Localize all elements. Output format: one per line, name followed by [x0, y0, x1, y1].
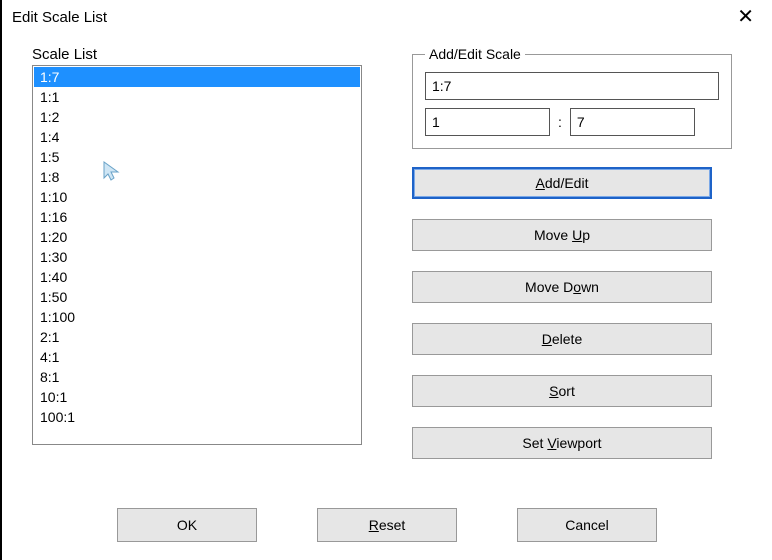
- delete-button[interactable]: Delete: [412, 323, 712, 355]
- list-item[interactable]: 8:1: [34, 367, 360, 387]
- list-item[interactable]: 1:30: [34, 247, 360, 267]
- ok-button[interactable]: OK: [117, 508, 257, 542]
- scale-name-field[interactable]: [425, 72, 719, 100]
- list-item[interactable]: 10:1: [34, 387, 360, 407]
- list-item[interactable]: 1:100: [34, 307, 360, 327]
- list-item[interactable]: 1:50: [34, 287, 360, 307]
- scale-listbox[interactable]: 1:71:11:21:41:51:81:101:161:201:301:401:…: [32, 65, 362, 445]
- window-title: Edit Scale List: [12, 9, 107, 26]
- add-edit-button[interactable]: Add/Edit: [412, 167, 712, 199]
- list-item[interactable]: 1:4: [34, 127, 360, 147]
- add-edit-group: Add/Edit Scale :: [412, 46, 732, 149]
- titlebar: Edit Scale List ✕: [2, 0, 772, 34]
- reset-button[interactable]: Reset: [317, 508, 457, 542]
- ratio-separator: :: [556, 114, 564, 130]
- scale-right-field[interactable]: [570, 108, 695, 136]
- list-item[interactable]: 1:16: [34, 207, 360, 227]
- dialog-edit-scale-list: Edit Scale List ✕ Scale List 1:71:11:21:…: [0, 0, 772, 560]
- list-item[interactable]: 1:8: [34, 167, 360, 187]
- scale-left-field[interactable]: [425, 108, 550, 136]
- list-item[interactable]: 1:2: [34, 107, 360, 127]
- sort-button[interactable]: Sort: [412, 375, 712, 407]
- list-item[interactable]: 1:10: [34, 187, 360, 207]
- add-edit-legend: Add/Edit Scale: [425, 46, 525, 62]
- set-viewport-button[interactable]: Set Viewport: [412, 427, 712, 459]
- close-icon[interactable]: ✕: [729, 3, 762, 31]
- dialog-bottom-buttons: OK Reset Cancel: [2, 508, 772, 542]
- list-item[interactable]: 2:1: [34, 327, 360, 347]
- list-item[interactable]: 1:20: [34, 227, 360, 247]
- scale-list-label: Scale List: [32, 46, 372, 63]
- move-up-button[interactable]: Move Up: [412, 219, 712, 251]
- list-item[interactable]: 1:1: [34, 87, 360, 107]
- list-item[interactable]: 1:40: [34, 267, 360, 287]
- list-item[interactable]: 100:1: [34, 407, 360, 427]
- move-down-button[interactable]: Move Down: [412, 271, 712, 303]
- list-item[interactable]: 1:5: [34, 147, 360, 167]
- dialog-content: Scale List 1:71:11:21:41:51:81:101:161:2…: [2, 34, 772, 479]
- list-item[interactable]: 4:1: [34, 347, 360, 367]
- cancel-button[interactable]: Cancel: [517, 508, 657, 542]
- list-item[interactable]: 1:7: [34, 67, 360, 87]
